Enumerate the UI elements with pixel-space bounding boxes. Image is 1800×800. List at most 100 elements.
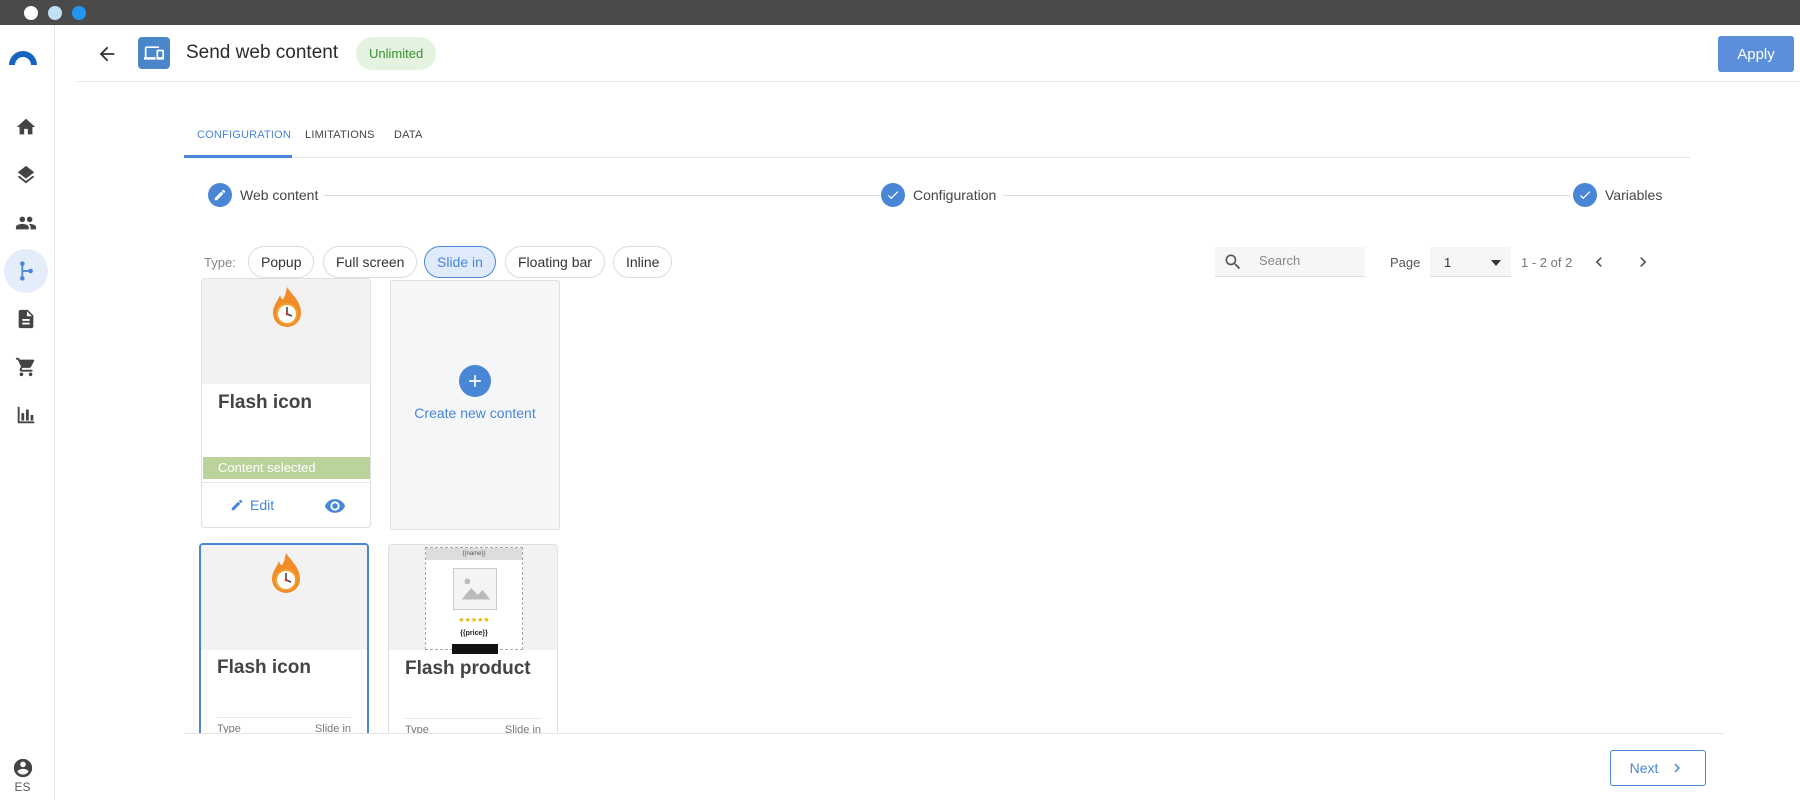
- step-connector: [1003, 195, 1570, 196]
- card-meta-value: Slide in: [504, 724, 541, 733]
- card-title: Flash icon: [217, 657, 311, 678]
- pencil-icon: [214, 189, 226, 201]
- window-close-dot[interactable]: [24, 6, 38, 20]
- content-card-flash-product[interactable]: {{name}} ★★★★★ {{price}} Flash product T…: [388, 544, 558, 733]
- chevron-right-icon: [1640, 257, 1647, 267]
- chip-full-screen[interactable]: Full screen: [323, 246, 418, 278]
- page-range: 1 - 2 of 2: [1521, 255, 1573, 270]
- thumb-button: [452, 644, 498, 654]
- status-badge: Unlimited: [356, 37, 437, 70]
- sidebar-item-home[interactable]: [4, 105, 48, 149]
- stepper: Web content Configuration Variables: [208, 183, 1663, 207]
- chip-inline[interactable]: Inline: [613, 246, 673, 278]
- page-label: Page: [1390, 255, 1421, 270]
- eye-icon: [324, 499, 346, 513]
- window-titlebar: [0, 0, 1800, 25]
- chip-slide-in[interactable]: Slide in: [424, 246, 496, 278]
- card-title: Flash icon: [218, 392, 312, 413]
- chip-popup[interactable]: Popup: [248, 246, 315, 278]
- document-icon: [18, 309, 34, 329]
- content-selected-bar: Content selected: [203, 457, 370, 479]
- page-select[interactable]: 1: [1430, 247, 1511, 277]
- check-icon: [887, 191, 899, 200]
- flame-timer-icon: [272, 553, 300, 593]
- chevron-right-icon: [1674, 763, 1681, 773]
- card-title: Flash product: [405, 658, 531, 679]
- card-meta-row: Type Slide in: [405, 718, 541, 733]
- type-filter-label: Type:: [204, 255, 236, 270]
- card-meta-label: Type: [405, 724, 429, 733]
- active-tab-indicator: [184, 155, 292, 158]
- image-placeholder-icon: [453, 568, 497, 610]
- sidebar: ES: [0, 25, 55, 800]
- edit-button[interactable]: Edit: [230, 497, 274, 513]
- tab-bar: CONFIGURATION LIMITATIONS DATA: [184, 115, 1690, 158]
- account-icon: [13, 758, 32, 778]
- page-header: Send web content Unlimited Apply: [76, 25, 1800, 82]
- content-card-flash-icon[interactable]: Flash icon Type Slide in: [199, 543, 369, 733]
- page-title: Send web content: [186, 42, 339, 63]
- chart-icon: [17, 406, 35, 424]
- step-label-variables: Variables: [1605, 187, 1663, 203]
- content-grid: Flash icon Content selected Edit Create …: [184, 278, 1724, 733]
- chip-floating-bar[interactable]: Floating bar: [505, 246, 605, 278]
- people-icon: [15, 216, 37, 230]
- arrow-back-icon: [99, 46, 115, 62]
- previous-page-button[interactable]: [1588, 251, 1610, 273]
- create-new-content-label: Create new content: [414, 405, 536, 421]
- step-label-configuration: Configuration: [913, 187, 997, 203]
- card-meta-row: Type Slide in: [217, 717, 351, 733]
- next-button[interactable]: Next: [1610, 750, 1706, 786]
- apply-button[interactable]: Apply: [1718, 36, 1794, 72]
- caret-down-icon: [1491, 260, 1501, 266]
- next-page-button[interactable]: [1632, 251, 1654, 273]
- search-field: [1215, 247, 1365, 277]
- thumb-price: {{price}}: [460, 630, 488, 637]
- sidebar-item-cart[interactable]: [4, 345, 48, 389]
- content-card-flash-icon-selected[interactable]: Flash icon Content selected Edit: [201, 278, 371, 528]
- step-label-web-content: Web content: [240, 187, 319, 203]
- footer-divider: [184, 733, 1724, 734]
- check-icon: [1579, 191, 1591, 200]
- card-preview: {{name}} ★★★★★ {{price}}: [389, 545, 557, 654]
- card-meta-value: Slide in: [314, 723, 351, 733]
- window-maximize-dot[interactable]: [72, 6, 86, 20]
- home-icon: [16, 118, 36, 135]
- sidebar-item-layers[interactable]: [4, 153, 48, 197]
- product-thumbnail: {{name}} ★★★★★ {{price}}: [425, 547, 523, 654]
- thumb-name: {{name}}: [426, 548, 522, 560]
- sidebar-item-documents[interactable]: [4, 297, 48, 341]
- search-input[interactable]: [1259, 253, 1359, 268]
- thumb-stars: ★★★★★: [458, 617, 490, 624]
- layers-icon: [17, 165, 35, 184]
- tab-data[interactable]: DATA: [394, 129, 423, 141]
- sidebar-item-account[interactable]: [0, 756, 45, 780]
- step-configuration[interactable]: [881, 183, 905, 207]
- tab-configuration[interactable]: CONFIGURATION: [197, 129, 291, 141]
- step-web-content[interactable]: [208, 183, 232, 207]
- back-button[interactable]: [94, 41, 120, 67]
- page-select-value: 1: [1444, 255, 1452, 270]
- chevron-left-icon: [1595, 257, 1602, 267]
- add-icon: [459, 365, 491, 397]
- card-preview: [201, 545, 367, 650]
- card-actions: Edit: [202, 482, 370, 527]
- next-label: Next: [1629, 760, 1659, 776]
- brand-logo-icon[interactable]: [7, 45, 39, 67]
- window-minimize-dot[interactable]: [48, 6, 62, 20]
- step-connector: [324, 195, 884, 196]
- sidebar-item-people[interactable]: [4, 201, 48, 245]
- create-new-content-card[interactable]: Create new content: [390, 280, 560, 530]
- sidebar-item-analytics[interactable]: [4, 393, 48, 437]
- workflow-icon: [20, 261, 33, 281]
- card-preview: [202, 279, 370, 384]
- flame-timer-icon: [273, 287, 301, 327]
- card-meta-label: Type: [217, 723, 241, 733]
- pencil-icon: [231, 499, 243, 511]
- preview-button[interactable]: [324, 495, 346, 517]
- step-variables[interactable]: [1573, 183, 1597, 207]
- web-content-icon: [138, 37, 170, 69]
- language-indicator[interactable]: ES: [0, 780, 45, 794]
- tab-limitations[interactable]: LIMITATIONS: [305, 129, 375, 141]
- sidebar-item-workflow[interactable]: [4, 249, 48, 293]
